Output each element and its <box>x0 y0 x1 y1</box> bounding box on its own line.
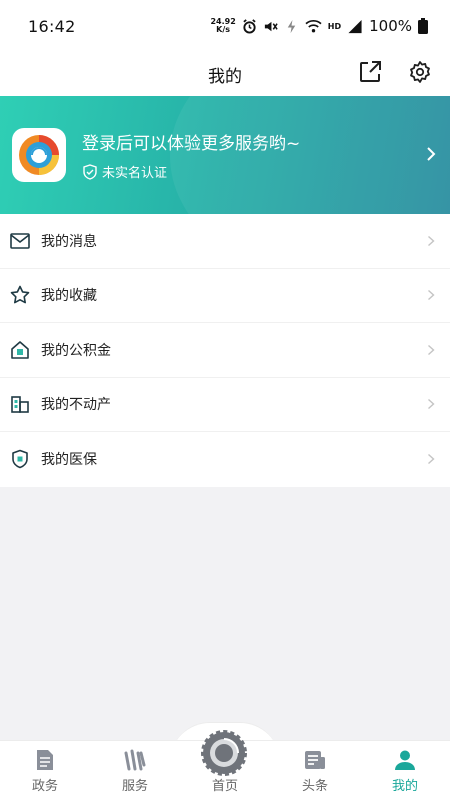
data-saver-icon <box>284 19 299 34</box>
app-logo-icon <box>19 135 59 175</box>
tab-label: 头条 <box>301 779 328 794</box>
share-icon <box>360 61 381 82</box>
menu-item-label: 我的公积金 <box>41 342 111 359</box>
menu-item-label: 我的消息 <box>41 233 97 250</box>
tab-services[interactable]: 服务 <box>90 741 180 800</box>
shield-icon <box>10 449 30 469</box>
star-icon <box>10 285 30 305</box>
chevron-right-icon <box>426 343 436 357</box>
menu-item-favorites[interactable]: 我的收藏 <box>0 269 450 323</box>
status-indicators: 24.92 K/s HD 4G 100% <box>210 17 428 35</box>
menu-item-real-estate[interactable]: 我的不动产 <box>0 378 450 432</box>
document-icon <box>34 749 56 771</box>
menu-item-messages[interactable]: 我的消息 <box>0 214 450 269</box>
mute-icon <box>263 19 278 34</box>
cell-signal-icon <box>347 19 363 34</box>
services-icon <box>124 749 146 771</box>
gear-icon <box>410 61 430 83</box>
wifi-icon <box>305 19 322 34</box>
menu-item-label: 我的收藏 <box>41 288 97 305</box>
menu-item-medical-insurance[interactable]: 我的医保 <box>0 432 450 487</box>
page-header: 我的 <box>0 52 450 96</box>
menu-list: 我的消息 我的收藏 我的公积金 我的不动产 我的医保 <box>0 214 450 487</box>
share-button[interactable] <box>356 58 384 86</box>
tab-label: 政务 <box>31 779 58 794</box>
banner-text: 登录后可以体验更多服务哟~ 未实名认证 <box>82 129 300 181</box>
alarm-icon <box>242 18 257 34</box>
building-icon <box>10 394 30 414</box>
tab-label: 我的 <box>391 779 418 794</box>
battery-percent: 100% <box>369 17 412 35</box>
tab-mine[interactable]: 我的 <box>360 741 450 800</box>
chevron-right-icon <box>426 397 436 411</box>
tab-government[interactable]: 政务 <box>0 741 90 800</box>
page-title: 我的 <box>208 66 242 87</box>
menu-item-housing-fund[interactable]: 我的公积金 <box>0 323 450 378</box>
chevron-right-icon <box>426 452 436 466</box>
verify-status-text: 未实名认证 <box>102 166 168 181</box>
verification-status: 未实名认证 <box>82 162 300 181</box>
battery-icon <box>418 18 428 34</box>
user-icon <box>394 749 416 771</box>
chevron-right-icon <box>426 288 436 302</box>
shield-check-icon <box>83 163 97 180</box>
home-logo-button[interactable] <box>199 728 249 778</box>
login-prompt: 登录后可以体验更多服务哟~ <box>82 134 301 154</box>
chevron-right-icon <box>426 234 436 248</box>
menu-item-label: 我的医保 <box>41 452 97 469</box>
tab-label: 服务 <box>121 779 148 794</box>
tab-headlines[interactable]: 头条 <box>270 741 360 800</box>
network-speed: 24.92 K/s <box>210 18 235 34</box>
news-icon <box>304 749 326 771</box>
network-speed-unit: K/s <box>216 25 231 34</box>
settings-button[interactable] <box>406 58 434 86</box>
menu-item-label: 我的不动产 <box>41 397 111 414</box>
header-actions <box>356 58 434 86</box>
login-banner[interactable]: 登录后可以体验更多服务哟~ 未实名认证 <box>0 96 450 214</box>
status-time: 16:42 <box>28 16 76 36</box>
chevron-right-icon <box>426 146 436 166</box>
avatar <box>12 128 66 182</box>
status-bar: 16:42 24.92 K/s HD 4G 100% <box>0 0 450 52</box>
home-logo-icon <box>201 730 247 776</box>
hd-label: HD <box>327 21 342 31</box>
house-icon <box>10 340 30 360</box>
envelope-icon <box>10 231 30 251</box>
